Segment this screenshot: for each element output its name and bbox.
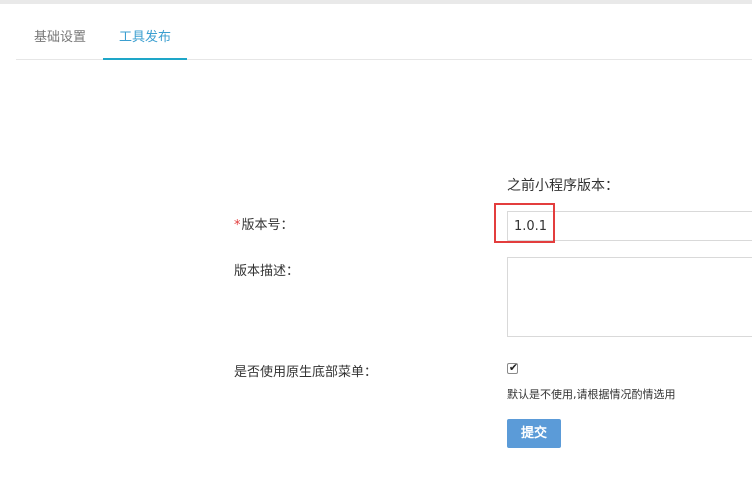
native-menu-checkbox[interactable]: ✔	[507, 361, 519, 374]
version-input[interactable]	[507, 211, 752, 241]
required-mark: *	[234, 218, 241, 233]
native-menu-hint: 默认是不使用,请根据情况酌情选用	[507, 388, 676, 401]
description-textarea[interactable]	[507, 257, 752, 337]
previous-version-label: 之前小程序版本：	[507, 178, 619, 194]
tab-tool-publish[interactable]: 工具发布	[103, 4, 187, 60]
tab-basic-settings[interactable]: 基础设置	[32, 4, 88, 59]
check-icon: ✔	[508, 361, 519, 374]
version-label: *版本号：	[234, 214, 294, 233]
native-menu-label: 是否使用原生底部菜单：	[234, 365, 378, 380]
description-label: 版本描述：	[234, 264, 300, 279]
version-label-text: 版本号：	[241, 218, 294, 233]
submit-button[interactable]: 提交	[507, 419, 561, 448]
tab-bar: 基础设置 工具发布	[16, 4, 752, 60]
